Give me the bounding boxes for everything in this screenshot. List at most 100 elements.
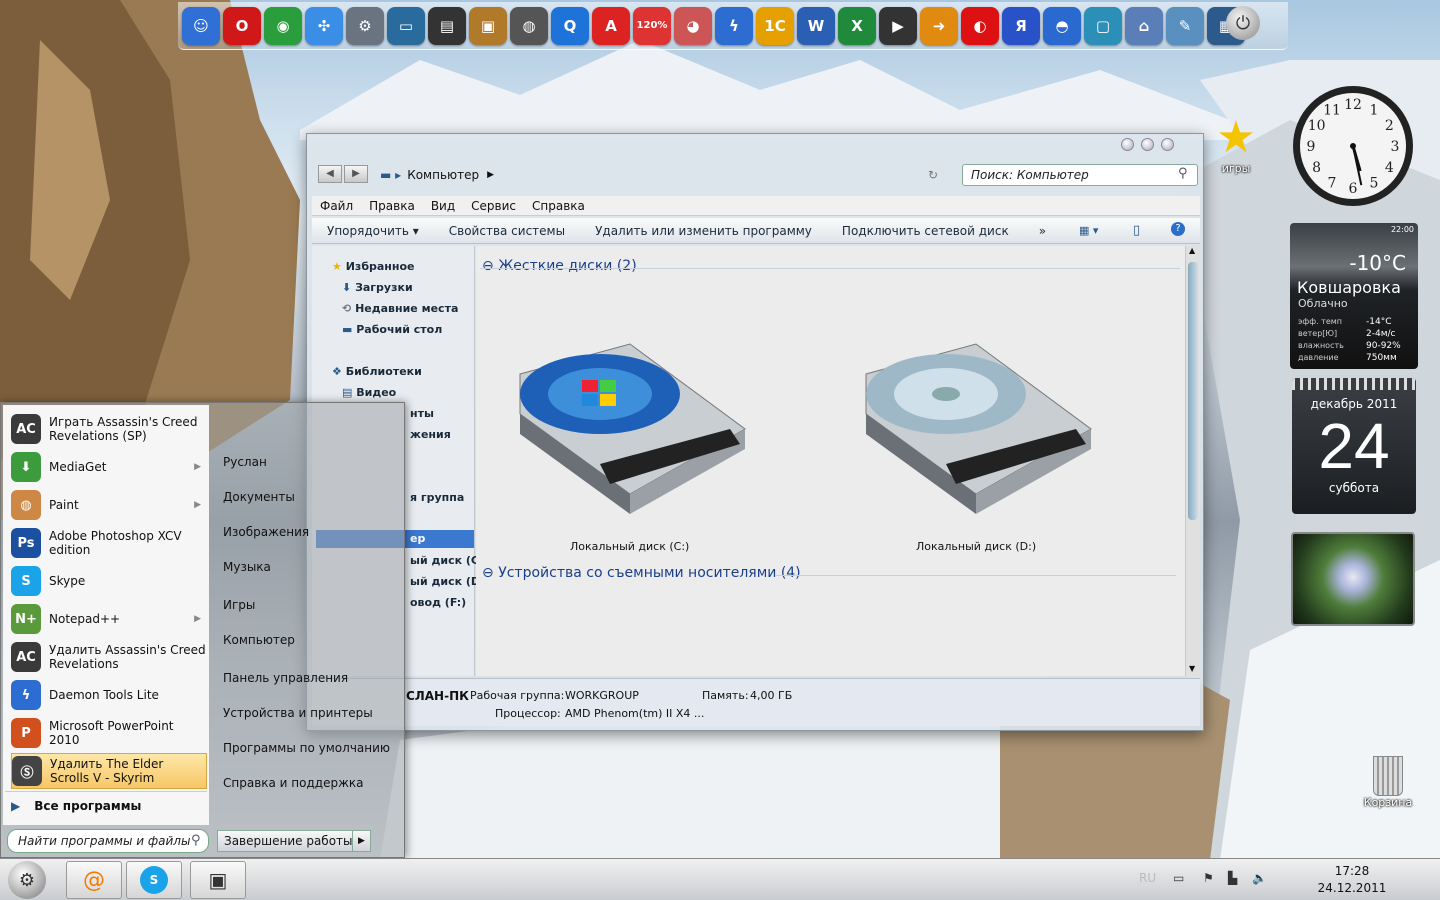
nav-desktop[interactable]: ▬ Рабочий стол <box>342 323 442 336</box>
search-icon[interactable]: ⚲ <box>1178 166 1188 181</box>
drive-c-label[interactable]: Локальный диск (C:) <box>570 540 689 553</box>
submenu-arrow-icon[interactable]: ▶ <box>194 462 201 472</box>
tray-flag-icon[interactable]: ⚑ <box>1203 871 1214 885</box>
tray-volume-icon[interactable]: 🔈 <box>1252 871 1267 885</box>
planet-icon[interactable]: ◓ <box>1043 6 1081 45</box>
shutdown-options-icon[interactable]: ▶ <box>352 831 370 851</box>
collapse-icon[interactable]: ⊖ <box>482 258 494 274</box>
photo-gadget[interactable] <box>1291 532 1415 626</box>
camera-icon[interactable]: ◍ <box>510 6 548 45</box>
calendar-gadget[interactable]: декабрь 2011 24 суббота <box>1292 378 1416 514</box>
hdd-120-icon[interactable]: 120% <box>633 6 671 45</box>
nav-favorites[interactable]: ★ Избранное <box>332 260 415 273</box>
word-icon[interactable]: W <box>797 6 835 45</box>
start-right-item-2[interactable]: Изображения <box>223 525 309 539</box>
power-icon[interactable]: ⏻ <box>1226 6 1260 40</box>
help-icon[interactable]: ? <box>1171 222 1185 236</box>
menu-3[interactable]: Сервис <box>471 199 516 213</box>
desktop-games-shortcut[interactable]: ★ игры <box>1212 114 1260 176</box>
nav-video[interactable]: ▤ Видео <box>342 386 396 399</box>
scrollbar[interactable]: ▲ ▼ <box>1185 246 1200 676</box>
start-right-item-0[interactable]: Руслан <box>223 455 267 469</box>
network-icon[interactable]: ⌂ <box>1125 6 1163 45</box>
taskbar-clock[interactable]: 17:28 24.12.2011 <box>1312 863 1392 897</box>
clapper-icon[interactable]: ▤ <box>428 6 466 45</box>
system-settings-icon[interactable]: ⚙ <box>346 6 384 45</box>
start-item-4[interactable]: S Skype <box>11 563 207 599</box>
scroll-up-icon[interactable]: ▲ <box>1189 246 1195 255</box>
command-1[interactable]: Свойства системы <box>449 224 565 238</box>
start-item-6[interactable]: AC Удалить Assassin's Creed Revelations <box>11 639 207 675</box>
start-right-item-7[interactable]: Устройства и принтеры <box>223 706 373 720</box>
start-button[interactable]: ⚙ <box>8 861 46 899</box>
drive-d-label[interactable]: Локальный диск (D:) <box>916 540 1036 553</box>
shutdown-button[interactable]: Завершение работы ▶ <box>217 830 371 852</box>
submenu-arrow-icon[interactable]: ▶ <box>194 614 201 624</box>
start-search-icon[interactable]: ⚲ <box>191 833 201 848</box>
address-bar[interactable]: ▬ ▸ Компьютер ▶ ↻ <box>380 164 938 186</box>
forward-button[interactable]: ▶ <box>344 165 368 183</box>
acrobat-icon[interactable]: A <box>592 6 630 45</box>
command-3[interactable]: Подключить сетевой диск <box>842 224 1009 238</box>
clock-gadget[interactable]: 1234567891011 12 <box>1290 83 1416 209</box>
media-player-icon[interactable]: ▶ <box>879 6 917 45</box>
start-item-9[interactable]: Ⓢ Удалить The Elder Scrolls V - Skyrim <box>11 753 207 789</box>
start-search-input[interactable]: Найти программы и файлы <box>7 829 209 853</box>
taskbar-qip-icon[interactable]: @ <box>66 861 122 899</box>
weather-gadget[interactable]: 22:00 -10°C Ковшаровка Облачно эфф. темп… <box>1290 223 1418 369</box>
taskbar-camera-icon[interactable]: ▣ <box>190 861 246 899</box>
image-viewer-icon[interactable]: ▣ <box>469 6 507 45</box>
menu-0[interactable]: Файл <box>320 199 353 213</box>
command-2[interactable]: Удалить или изменить программу <box>595 224 812 238</box>
nav-documents[interactable]: нты <box>410 407 434 420</box>
menu-2[interactable]: Вид <box>431 199 455 213</box>
hdd-c-icon[interactable] <box>500 334 750 524</box>
close-button[interactable] <box>1161 138 1174 151</box>
start-item-2[interactable]: ◍ Paint ▶ <box>11 487 207 523</box>
submenu-arrow-icon[interactable]: ▶ <box>194 500 201 510</box>
search-input[interactable]: Поиск: Компьютер <box>962 164 1198 186</box>
start-item-5[interactable]: N+ Notepad++ ▶ <box>11 601 207 637</box>
taskbar-skype-icon[interactable]: S <box>126 861 182 899</box>
nav-libraries[interactable]: ❖ Библиотеки <box>332 365 422 378</box>
start-right-item-8[interactable]: Программы по умолчанию <box>223 741 390 755</box>
minimize-button[interactable] <box>1121 138 1134 151</box>
nav-downloads[interactable]: ⬇ Загрузки <box>342 281 413 294</box>
safari-icon[interactable]: ✣ <box>305 6 343 45</box>
start-item-1[interactable]: ⬇ MediaGet ▶ <box>11 449 207 485</box>
breadcrumb-chevron-icon[interactable]: ▶ <box>487 170 494 180</box>
breadcrumb[interactable]: Компьютер <box>407 168 479 182</box>
menu-4[interactable]: Справка <box>532 199 585 213</box>
opera-icon[interactable]: O <box>223 6 261 45</box>
start-item-8[interactable]: P Microsoft PowerPoint 2010 <box>11 715 207 751</box>
start-right-item-9[interactable]: Справка и поддержка <box>223 776 364 790</box>
browser-globe-icon[interactable]: ◕ <box>674 6 712 45</box>
view-options-icon[interactable]: ▦ ▾ <box>1079 224 1098 237</box>
group-hdd[interactable]: ⊖ Жесткие диски (2) <box>482 258 637 274</box>
monitor-icon[interactable]: ▭ <box>387 6 425 45</box>
quicktime-icon[interactable]: Q <box>551 6 589 45</box>
desktop-trash[interactable]: Корзина <box>1358 756 1418 809</box>
preview-pane-icon[interactable]: ▯ <box>1133 223 1140 238</box>
start-right-item-3[interactable]: Музыка <box>223 560 271 574</box>
collapse-icon[interactable]: ⊖ <box>482 565 494 581</box>
start-right-item-4[interactable]: Игры <box>223 598 255 612</box>
scroll-down-icon[interactable]: ▼ <box>1189 664 1195 673</box>
start-item-0[interactable]: AC Играть Assassin's Creed Revelations (S… <box>11 411 207 447</box>
back-button[interactable]: ◀ <box>318 165 342 183</box>
start-right-item-1[interactable]: Документы <box>223 490 295 504</box>
tray-network-icon[interactable]: ▙ <box>1228 871 1237 885</box>
all-programs-button[interactable]: ▶ Все программы <box>11 799 141 813</box>
refresh-icon[interactable]: ↻ <box>928 168 938 182</box>
yandex-icon[interactable]: Я <box>1002 6 1040 45</box>
start-right-item-6[interactable]: Панель управления <box>223 671 348 685</box>
nav-images[interactable]: жения <box>410 428 451 441</box>
desktop-icon[interactable]: ▢ <box>1084 6 1122 45</box>
tools-icon[interactable]: ✎ <box>1166 6 1204 45</box>
start-item-7[interactable]: ϟ Daemon Tools Lite <box>11 677 207 713</box>
scroll-thumb[interactable] <box>1188 262 1198 520</box>
command-4[interactable]: » <box>1039 224 1046 238</box>
tray-monitor-icon[interactable]: ▭ <box>1173 871 1184 885</box>
daemon-tools-icon[interactable]: ϟ <box>715 6 753 45</box>
menu-1[interactable]: Правка <box>369 199 415 213</box>
